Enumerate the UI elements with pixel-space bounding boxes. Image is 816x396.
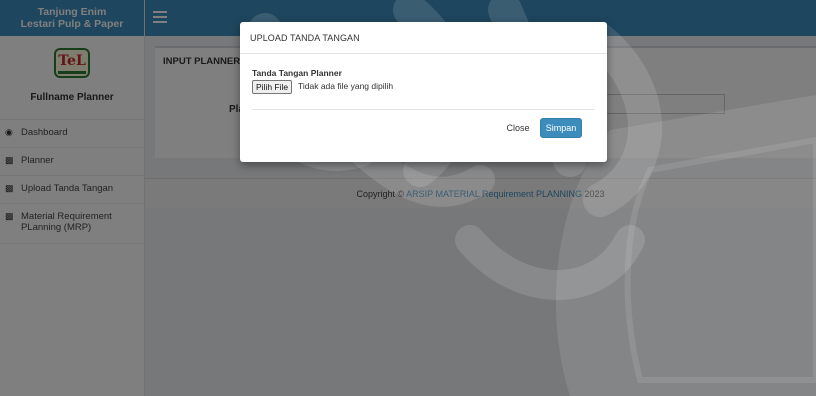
signature-field-label: Tanda Tangan Planner xyxy=(252,68,342,78)
close-button[interactable]: Close xyxy=(500,118,536,138)
upload-signature-modal: UPLOAD TANDA TANGAN Tanda Tangan Planner… xyxy=(240,22,607,162)
file-status-text: Tidak ada file yang dipilih xyxy=(298,81,394,91)
choose-file-button[interactable]: Pilih File xyxy=(252,80,293,94)
save-button[interactable]: Simpan xyxy=(540,118,582,138)
modal-body: Tanda Tangan Planner Pilih File Tidak ad… xyxy=(240,54,607,114)
modal-divider xyxy=(252,109,595,110)
modal-title: UPLOAD TANDA TANGAN xyxy=(250,33,360,43)
modal-header: UPLOAD TANDA TANGAN xyxy=(240,22,607,54)
